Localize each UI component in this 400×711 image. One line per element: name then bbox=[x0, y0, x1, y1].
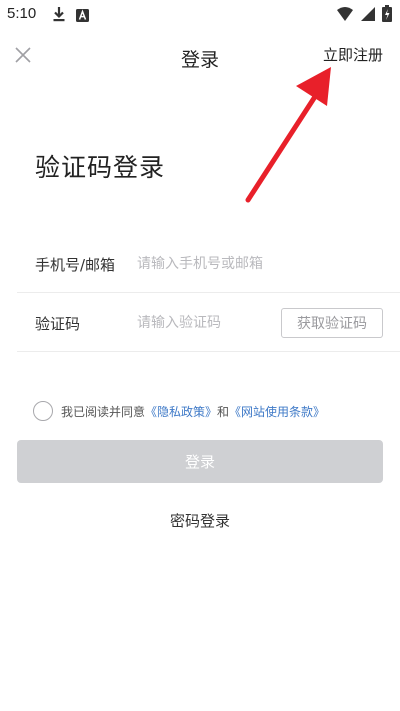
download-icon bbox=[52, 6, 66, 26]
status-bar: 5:10 bbox=[0, 0, 400, 28]
signal-icon bbox=[360, 6, 376, 26]
get-code-button[interactable]: 获取验证码 bbox=[281, 308, 383, 338]
annotation-arrow bbox=[245, 67, 331, 203]
phone-row: 手机号/邮箱 bbox=[17, 235, 400, 293]
nav-bar: 登录 立即注册 bbox=[0, 30, 400, 82]
password-login-link[interactable]: 密码登录 bbox=[0, 510, 400, 531]
wifi-icon bbox=[336, 6, 354, 26]
battery-icon bbox=[382, 5, 392, 26]
phone-label: 手机号/邮箱 bbox=[35, 256, 116, 274]
agree-checkbox[interactable] bbox=[33, 401, 53, 421]
agreement-prefix: 我已阅读并同意 bbox=[61, 404, 146, 419]
agreement: 我已阅读并同意 《隐私政策》 和 《网站使用条款》 bbox=[33, 401, 325, 421]
code-row: 验证码 获取验证码 bbox=[17, 294, 400, 352]
phone-input[interactable] bbox=[137, 249, 377, 279]
login-heading: 验证码登录 bbox=[35, 153, 166, 182]
status-right-icons bbox=[336, 5, 392, 26]
code-label: 验证码 bbox=[35, 315, 81, 333]
code-input[interactable] bbox=[137, 308, 277, 338]
login-button[interactable]: 登录 bbox=[17, 440, 383, 483]
status-left-icons bbox=[52, 6, 89, 26]
arrow-shaft bbox=[245, 89, 321, 203]
privacy-policy-link[interactable]: 《隐私政策》 bbox=[145, 403, 217, 420]
agreement-conjunction: 和 bbox=[217, 404, 230, 419]
status-time: 5:10 bbox=[7, 5, 37, 22]
a-letter-icon bbox=[76, 7, 89, 26]
register-link[interactable]: 立即注册 bbox=[323, 44, 383, 65]
terms-link[interactable]: 《网站使用条款》 bbox=[229, 403, 325, 420]
